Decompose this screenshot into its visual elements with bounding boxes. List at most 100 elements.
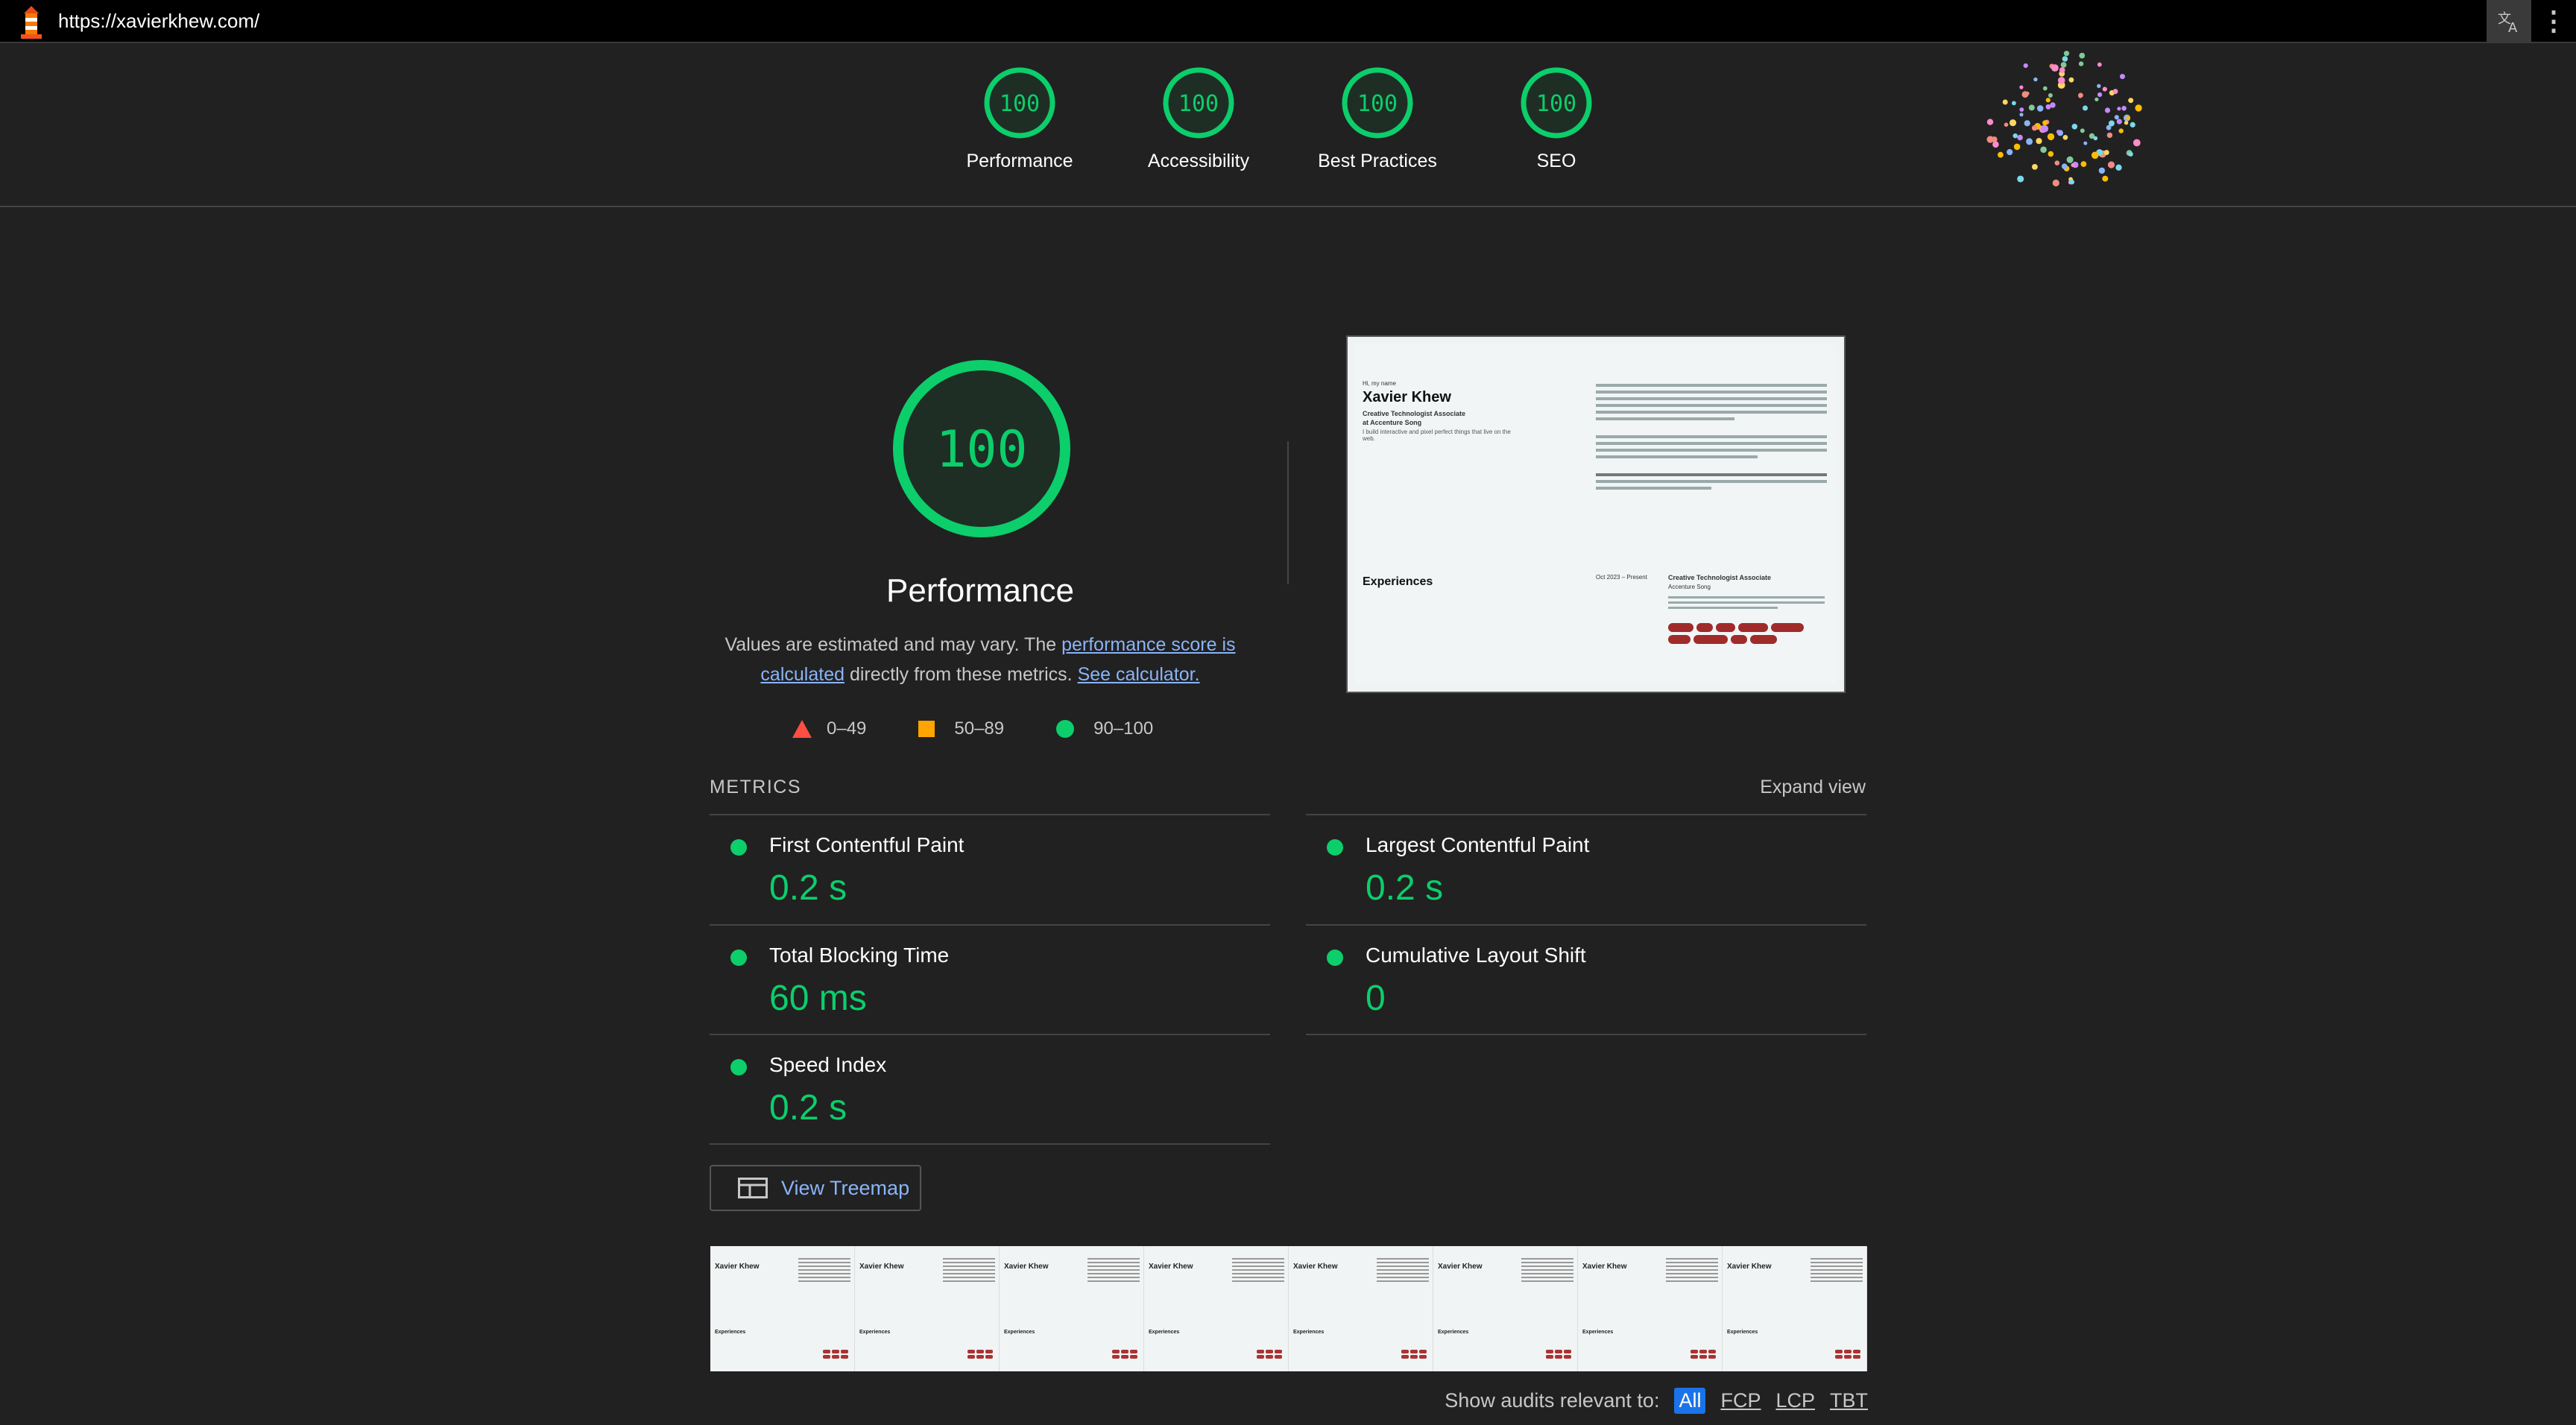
confetti-dot (2097, 62, 2102, 67)
confetti-dot (2106, 132, 2113, 139)
confetti-dot (2024, 120, 2030, 127)
confetti-dot (2033, 77, 2038, 82)
confetti-dot (2108, 120, 2115, 127)
gauge-label: SEO (1536, 151, 1576, 171)
confetti-dot (2042, 86, 2048, 91)
confetti-dot (2118, 128, 2124, 133)
frame-section: Experiences (715, 1330, 746, 1335)
shot-experiences: Experiences (1363, 575, 1433, 588)
confetti-dot (2097, 92, 2103, 98)
confetti-dot (2066, 156, 2074, 163)
confetti-dot (2047, 133, 2055, 141)
page-url[interactable]: https://xavierkhew.com/ (58, 10, 259, 33)
confetti-dot (2059, 67, 2065, 73)
metric-cls: Cumulative Layout Shift 0 (1306, 924, 1866, 1035)
confetti-dot (2040, 146, 2047, 154)
shot-tagline: I build interactive and pixel perfect th… (1363, 429, 1511, 442)
see-calculator-link[interactable]: See calculator. (1078, 664, 1200, 685)
filter-lcp[interactable]: LCP (1775, 1389, 1815, 1412)
frame-text-lines (1811, 1258, 1863, 1284)
confetti-dot (2128, 151, 2133, 157)
confetti-dot (2026, 138, 2033, 145)
score-ring-icon: 100 (1521, 67, 1592, 139)
final-screenshot[interactable]: Hi, my name Xavier Khew Creative Technol… (1346, 335, 1846, 693)
frame-tags (1834, 1349, 1866, 1359)
confetti-dot (2102, 86, 2107, 92)
expand-view-toggle[interactable]: Expand view (1760, 777, 1866, 798)
legend-fail: 0–49 (792, 718, 866, 739)
divider (1287, 441, 1289, 584)
filmstrip-frame: Xavier Khew Experiences (710, 1246, 855, 1371)
gauge-best-practices[interactable]: 100 Best Practices (1288, 66, 1467, 172)
desc-text: directly from these metrics. (845, 664, 1078, 685)
gauge-accessibility[interactable]: 100 Accessibility (1109, 66, 1288, 172)
confetti-dot (2048, 93, 2053, 98)
confetti-dot (2013, 143, 2021, 151)
divider (1306, 1034, 1866, 1035)
frame-text-lines (1087, 1258, 1140, 1284)
filmstrip-frame: Xavier Khew Experiences (1578, 1246, 1723, 1371)
score-legend: 0–49 50–89 90–100 (792, 718, 1153, 739)
square-icon (918, 721, 935, 737)
confetti-dot (2069, 179, 2074, 185)
shot-hi: Hi, my name (1363, 380, 1396, 387)
confetti-dot (2051, 64, 2059, 72)
filter-fcp[interactable]: FCP (1720, 1389, 1761, 1412)
svg-text:A: A (2508, 20, 2518, 34)
shot-role: Creative Technologist Associate (1363, 410, 1466, 417)
divider (710, 1143, 1270, 1145)
audit-filter: Show audits relevant to: All FCP LCP TBT (1445, 1388, 1868, 1414)
confetti-dot (2130, 121, 2135, 127)
translate-icon[interactable]: 文A (2487, 0, 2531, 42)
confetti-dot (2126, 116, 2130, 121)
shot-about (1596, 380, 1827, 493)
metric-value: 0.2 s (1366, 868, 1444, 908)
gauge-seo[interactable]: 100 SEO (1467, 66, 1646, 172)
confetti-dot (2115, 164, 2122, 171)
confetti-dot (2117, 107, 2121, 111)
browser-top-bar: https://xavierkhew.com/ 文A ⋮ (0, 0, 2576, 43)
shot-company-2: Accenture Song (1668, 584, 1711, 590)
confetti-dot (2057, 77, 2065, 84)
confetti-decoration (1986, 51, 2142, 187)
legend-pass: 90–100 (1056, 718, 1153, 739)
pass-circle-icon (730, 1059, 747, 1075)
shot-date: Oct 2023 – Present (1596, 574, 1647, 581)
gauge-performance[interactable]: 100 Performance (930, 66, 1109, 172)
svg-text:100: 100 (1357, 91, 1398, 117)
confetti-dot (2045, 104, 2051, 110)
filmstrip-frame: Xavier Khew Experiences (1144, 1246, 1289, 1371)
filter-tbt[interactable]: TBT (1830, 1389, 1868, 1412)
confetti-dot (2054, 160, 2060, 165)
confetti-dot (2104, 107, 2111, 113)
confetti-dot (2048, 151, 2054, 157)
confetti-dot (2031, 125, 2038, 131)
confetti-dot (2036, 138, 2042, 145)
confetti-dot (2124, 121, 2129, 125)
legend-range: 90–100 (1093, 718, 1154, 739)
confetti-dot (2080, 161, 2087, 168)
shot-job-desc (1668, 593, 1825, 612)
frame-tags (822, 1349, 854, 1359)
frame-title: Xavier Khew (1004, 1263, 1049, 1271)
confetti-dot (2025, 91, 2030, 96)
kebab-menu-icon[interactable]: ⋮ (2531, 0, 2576, 42)
confetti-dot (2056, 130, 2061, 134)
filmstrip-frame: Xavier Khew Experiences (1000, 1246, 1144, 1371)
confetti-dot (2114, 115, 2119, 120)
pass-circle-icon (1327, 839, 1343, 856)
confetti-dot (2019, 85, 2024, 89)
confetti-dot (2036, 105, 2044, 112)
filter-all[interactable]: All (1674, 1388, 1706, 1414)
metric-name: Cumulative Layout Shift (1366, 944, 1586, 967)
triangle-icon (792, 720, 812, 738)
filmstrip: Xavier Khew Experiences Xavier Khew Experie… (710, 1246, 1867, 1371)
frame-text-lines (1377, 1258, 1429, 1284)
confetti-dot (2060, 62, 2067, 68)
metric-name: Largest Contentful Paint (1366, 833, 1590, 856)
view-treemap-button[interactable]: View Treemap (710, 1165, 921, 1211)
metric-value: 0.2 s (769, 868, 847, 908)
metric-fcp: First Contentful Paint 0.2 s (710, 814, 1270, 925)
frame-tags (1690, 1349, 1722, 1359)
confetti-dot (2107, 161, 2115, 168)
